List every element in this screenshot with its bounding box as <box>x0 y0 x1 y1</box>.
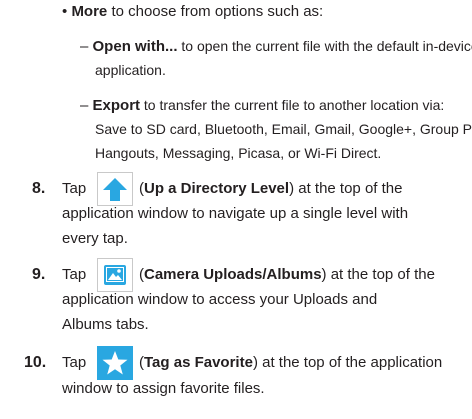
tap-label: Tap <box>62 180 87 197</box>
export-destinations-line1: Save to SD card, Bluetooth, Email, Gmail… <box>95 121 472 137</box>
dash-glyph: – <box>80 97 89 114</box>
open-with-term: Open with... <box>92 38 178 55</box>
tag-as-favorite-term: Tag as Favorite <box>144 354 253 371</box>
more-bullet-item: • More to choose from options such as: <box>62 3 323 21</box>
step-10-line2: window to assign favorite files. <box>62 380 265 397</box>
step-8-line1: (Up a Directory Level) at the top of the <box>139 180 402 198</box>
tap-label: Tap <box>62 266 87 283</box>
step-9-line2: application window to access your Upload… <box>62 291 378 308</box>
step-8-line3: every tap. <box>62 230 128 247</box>
step-9-line1: (Camera Uploads/Albums) at the top of th… <box>139 266 435 284</box>
step-9-rest: at the top of the <box>326 266 435 283</box>
up-arrow-icon <box>97 172 133 206</box>
step-10-line1: (Tag as Favorite) at the top of the appl… <box>139 354 442 372</box>
export-destinations-line2: Hangouts, Messaging, Picasa, or Wi-Fi Di… <box>95 145 382 161</box>
step-number: 9. <box>32 266 46 283</box>
step-number: 10. <box>24 354 47 371</box>
step-10-rest: at the top of the application <box>257 354 443 371</box>
tap-label: Tap <box>62 354 87 371</box>
dash-glyph: – <box>80 38 89 55</box>
bullet-glyph: • <box>62 3 68 20</box>
more-description: to choose from options such as: <box>107 3 324 20</box>
open-with-item: – Open with... to open the current file … <box>80 37 472 56</box>
export-item: – Export to transfer the current file to… <box>80 96 444 115</box>
export-description: to transfer the current file to another … <box>140 97 445 113</box>
step-8-line2: application window to navigate up a sing… <box>62 205 409 222</box>
more-term: More <box>71 3 108 20</box>
step-8-rest: at the top of the <box>294 180 403 197</box>
export-term: Export <box>92 97 141 114</box>
open-with-description: to open the current file with the defaul… <box>177 38 472 54</box>
camera-uploads-albums-term: Camera Uploads/Albums <box>144 266 322 283</box>
up-a-directory-level-term: Up a Directory Level <box>144 180 290 197</box>
camera-uploads-albums-icon <box>97 258 133 292</box>
star-icon <box>97 346 133 380</box>
step-number: 8. <box>32 180 46 197</box>
open-with-continuation: application. <box>95 62 166 78</box>
step-9-line3: Albums tabs. <box>62 316 149 333</box>
